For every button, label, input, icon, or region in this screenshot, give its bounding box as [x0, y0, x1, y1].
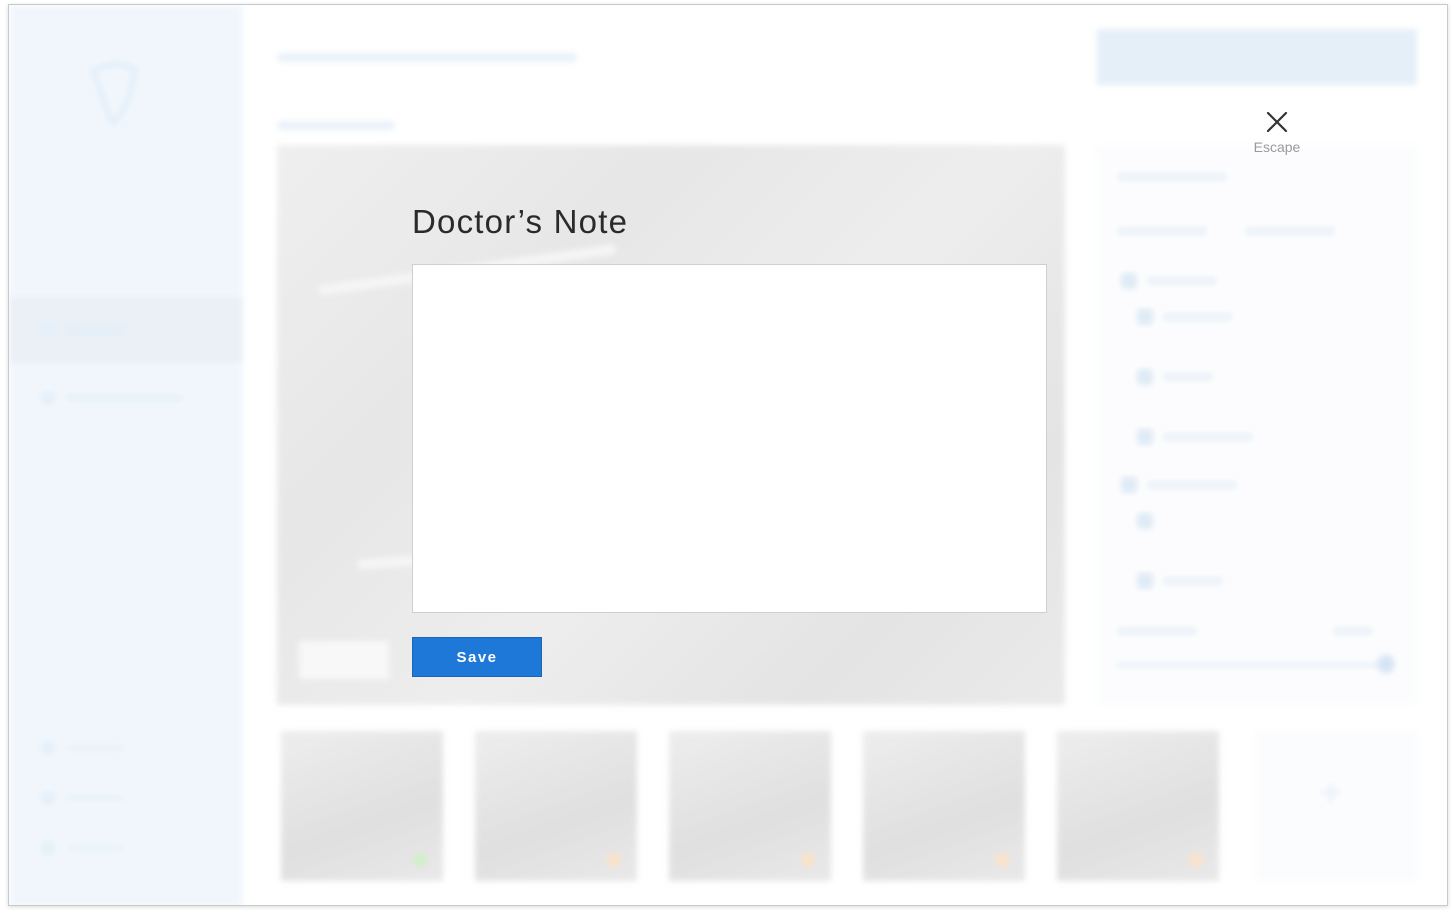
close-icon [1266, 111, 1288, 133]
modal-overlay: Escape Doctor’s Note Save [9, 5, 1447, 905]
close-button[interactable]: Escape [1245, 109, 1309, 165]
close-label: Escape [1253, 139, 1301, 155]
save-button[interactable]: Save [412, 637, 542, 677]
doctor-note-textarea[interactable] [412, 264, 1047, 613]
app-window: + Escape Doctor’s Note Save [8, 4, 1448, 906]
modal-title: Doctor’s Note [412, 203, 629, 240]
